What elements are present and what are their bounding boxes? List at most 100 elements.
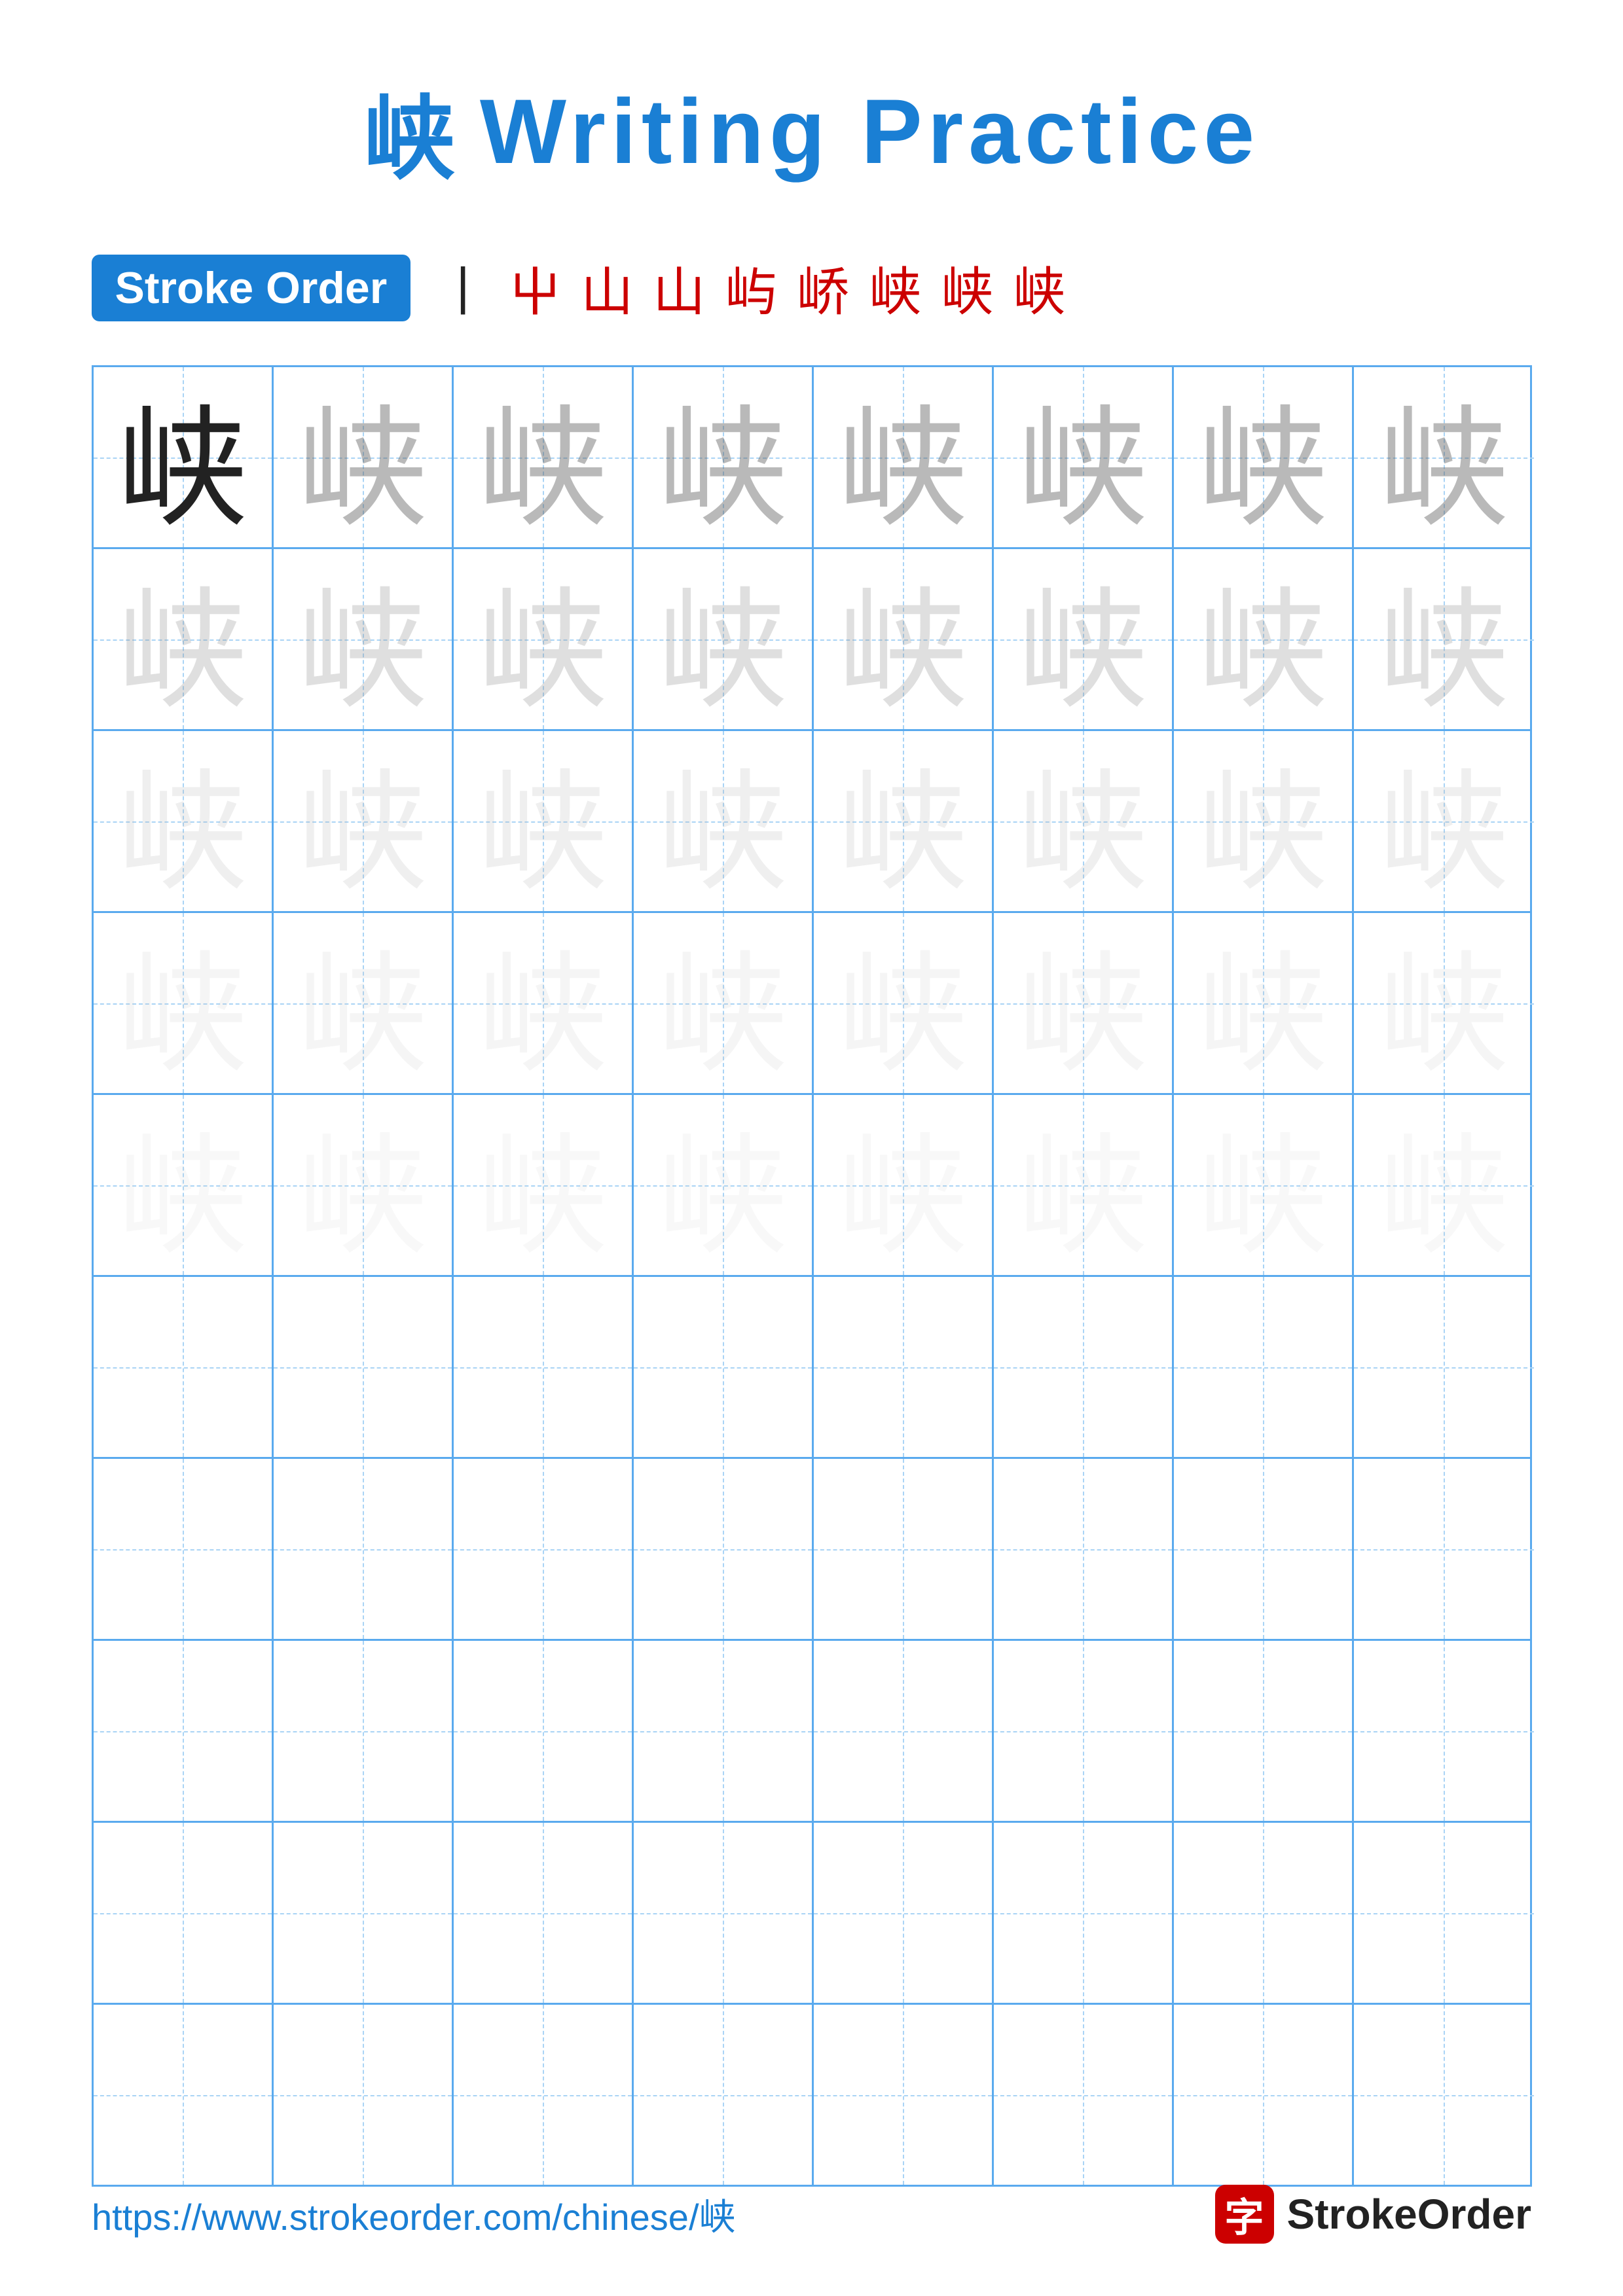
grid-cell-4-2[interactable]: 峡 (274, 913, 454, 1093)
grid-cell-9-3[interactable] (454, 1823, 634, 2003)
grid-cell-8-4[interactable] (634, 1641, 814, 1821)
grid-cell-5-1[interactable]: 峡 (94, 1095, 274, 1275)
grid-cell-7-6[interactable] (994, 1459, 1174, 1639)
grid-cell-10-5[interactable] (814, 2005, 994, 2185)
grid-row-8 (94, 1641, 1530, 1823)
grid-cell-8-6[interactable] (994, 1641, 1174, 1821)
stroke-step-9: 峡 (1013, 250, 1065, 326)
grid-cell-2-2[interactable]: 峡 (274, 549, 454, 729)
grid-cell-4-3[interactable]: 峡 (454, 913, 634, 1093)
grid-cell-9-5[interactable] (814, 1823, 994, 2003)
brand-icon: 字 (1215, 2185, 1274, 2244)
grid-cell-9-6[interactable] (994, 1823, 1174, 2003)
grid-cell-1-3[interactable]: 峡 (454, 367, 634, 547)
grid-cell-4-7[interactable]: 峡 (1174, 913, 1354, 1093)
grid-cell-3-2[interactable]: 峡 (274, 731, 454, 911)
grid-cell-2-5[interactable]: 峡 (814, 549, 994, 729)
grid-cell-1-8[interactable]: 峡 (1354, 367, 1534, 547)
grid-cell-2-4[interactable]: 峡 (634, 549, 814, 729)
grid-cell-8-1[interactable] (94, 1641, 274, 1821)
grid-cell-1-1[interactable]: 峡 (94, 367, 274, 547)
grid-cell-9-4[interactable] (634, 1823, 814, 2003)
grid-cell-1-5[interactable]: 峡 (814, 367, 994, 547)
grid-cell-5-3[interactable]: 峡 (454, 1095, 634, 1275)
stroke-order-badge: Stroke Order (92, 255, 411, 321)
char-display: 峡 (657, 1095, 788, 1275)
grid-cell-10-6[interactable] (994, 2005, 1174, 2185)
grid-cell-6-3[interactable] (454, 1277, 634, 1457)
grid-cell-7-4[interactable] (634, 1459, 814, 1639)
grid-cell-1-6[interactable]: 峡 (994, 367, 1174, 547)
grid-cell-7-5[interactable] (814, 1459, 994, 1639)
grid-cell-6-1[interactable] (94, 1277, 274, 1457)
grid-cell-10-8[interactable] (1354, 2005, 1534, 2185)
grid-cell-8-2[interactable] (274, 1641, 454, 1821)
char-display: 峡 (297, 549, 428, 729)
char-display: 峡 (117, 913, 247, 1093)
grid-cell-1-7[interactable]: 峡 (1174, 367, 1354, 547)
grid-cell-4-1[interactable]: 峡 (94, 913, 274, 1093)
grid-cell-4-5[interactable]: 峡 (814, 913, 994, 1093)
grid-cell-6-6[interactable] (994, 1277, 1174, 1457)
grid-cell-8-8[interactable] (1354, 1641, 1534, 1821)
grid-cell-5-2[interactable]: 峡 (274, 1095, 454, 1275)
grid-cell-5-5[interactable]: 峡 (814, 1095, 994, 1275)
grid-cell-2-3[interactable]: 峡 (454, 549, 634, 729)
grid-cell-8-7[interactable] (1174, 1641, 1354, 1821)
grid-cell-7-1[interactable] (94, 1459, 274, 1639)
footer-brand: 字 StrokeOrder (1215, 2185, 1531, 2244)
grid-cell-10-2[interactable] (274, 2005, 454, 2185)
grid-cell-5-7[interactable]: 峡 (1174, 1095, 1354, 1275)
stroke-step-6: 峤 (797, 250, 849, 326)
grid-cell-4-6[interactable]: 峡 (994, 913, 1174, 1093)
char-display: 峡 (1197, 549, 1328, 729)
grid-cell-3-6[interactable]: 峡 (994, 731, 1174, 911)
grid-cell-5-6[interactable]: 峡 (994, 1095, 1174, 1275)
grid-cell-4-4[interactable]: 峡 (634, 913, 814, 1093)
grid-cell-2-8[interactable]: 峡 (1354, 549, 1534, 729)
grid-cell-2-1[interactable]: 峡 (94, 549, 274, 729)
grid-cell-1-4[interactable]: 峡 (634, 367, 814, 547)
grid-cell-3-4[interactable]: 峡 (634, 731, 814, 911)
grid-cell-4-8[interactable]: 峡 (1354, 913, 1534, 1093)
grid-cell-7-2[interactable] (274, 1459, 454, 1639)
grid-cell-9-2[interactable] (274, 1823, 454, 2003)
grid-cell-3-7[interactable]: 峡 (1174, 731, 1354, 911)
grid-cell-7-3[interactable] (454, 1459, 634, 1639)
grid-cell-3-3[interactable]: 峡 (454, 731, 634, 911)
grid-cell-6-4[interactable] (634, 1277, 814, 1457)
grid-cell-6-8[interactable] (1354, 1277, 1534, 1457)
grid-cell-7-7[interactable] (1174, 1459, 1354, 1639)
grid-cell-10-1[interactable] (94, 2005, 274, 2185)
grid-cell-3-1[interactable]: 峡 (94, 731, 274, 911)
char-display: 峡 (1197, 731, 1328, 911)
grid-cell-10-7[interactable] (1174, 2005, 1354, 2185)
grid-cell-9-8[interactable] (1354, 1823, 1534, 2003)
grid-cell-6-5[interactable] (814, 1277, 994, 1457)
grid-cell-10-3[interactable] (454, 2005, 634, 2185)
page: 峡 Writing Practice Stroke Order 丨 屮 山 山 … (0, 0, 1623, 2296)
stroke-step-2: 屮 (509, 250, 561, 326)
grid-cell-1-2[interactable]: 峡 (274, 367, 454, 547)
grid-cell-10-4[interactable] (634, 2005, 814, 2185)
grid-cell-3-5[interactable]: 峡 (814, 731, 994, 911)
stroke-step-5: 屿 (725, 250, 777, 326)
char-display: 峡 (657, 731, 788, 911)
grid-cell-9-7[interactable] (1174, 1823, 1354, 2003)
char-display: 峡 (1017, 367, 1148, 547)
grid-cell-5-4[interactable]: 峡 (634, 1095, 814, 1275)
char-display: 峡 (837, 367, 968, 547)
grid-cell-8-5[interactable] (814, 1641, 994, 1821)
grid-cell-8-3[interactable] (454, 1641, 634, 1821)
grid-cell-6-7[interactable] (1174, 1277, 1354, 1457)
grid-cell-2-6[interactable]: 峡 (994, 549, 1174, 729)
grid-cell-7-8[interactable] (1354, 1459, 1534, 1639)
char-display: 峡 (1378, 1095, 1509, 1275)
grid-cell-5-8[interactable]: 峡 (1354, 1095, 1534, 1275)
grid-cell-6-2[interactable] (274, 1277, 454, 1457)
grid-row-7 (94, 1459, 1530, 1641)
grid-cell-3-8[interactable]: 峡 (1354, 731, 1534, 911)
grid-cell-2-7[interactable]: 峡 (1174, 549, 1354, 729)
grid-cell-9-1[interactable] (94, 1823, 274, 2003)
char-display: 峡 (1378, 913, 1509, 1093)
